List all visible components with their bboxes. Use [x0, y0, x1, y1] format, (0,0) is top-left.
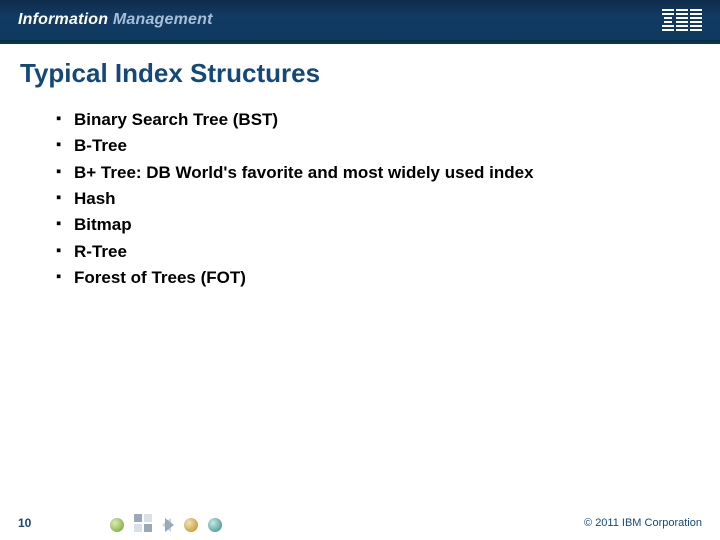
list-item: Bitmap [56, 212, 700, 238]
arrows-icon [162, 518, 174, 532]
bullet-list: Binary Search Tree (BST) B-Tree B+ Tree:… [56, 107, 700, 291]
slide: { "banner": { "brand_prefix": "Informati… [0, 0, 720, 540]
slide-content: Binary Search Tree (BST) B-Tree B+ Tree:… [0, 99, 720, 506]
dot-icon [110, 518, 124, 532]
slide-title: Typical Index Structures [0, 44, 720, 99]
list-item: Hash [56, 186, 700, 212]
brand-title: Information Management [18, 11, 213, 29]
squares-icon [134, 514, 152, 532]
ibm-logo [662, 9, 702, 31]
list-item: B-Tree [56, 133, 700, 159]
top-banner: Information Management [0, 0, 720, 40]
list-item: R-Tree [56, 239, 700, 265]
page-number: 10 [18, 516, 31, 530]
brand-prefix: Information [18, 11, 108, 28]
dot-icon [184, 518, 198, 532]
footer: 10 © 2011 IBM Corporation [0, 506, 720, 540]
copyright: © 2011 IBM Corporation [584, 517, 702, 529]
list-item: Binary Search Tree (BST) [56, 107, 700, 133]
brand-suffix: Management [113, 11, 213, 28]
dot-icon [208, 518, 222, 532]
list-item: Forest of Trees (FOT) [56, 265, 700, 291]
footer-decoration [110, 516, 222, 534]
list-item: B+ Tree: DB World's favorite and most wi… [56, 160, 700, 186]
